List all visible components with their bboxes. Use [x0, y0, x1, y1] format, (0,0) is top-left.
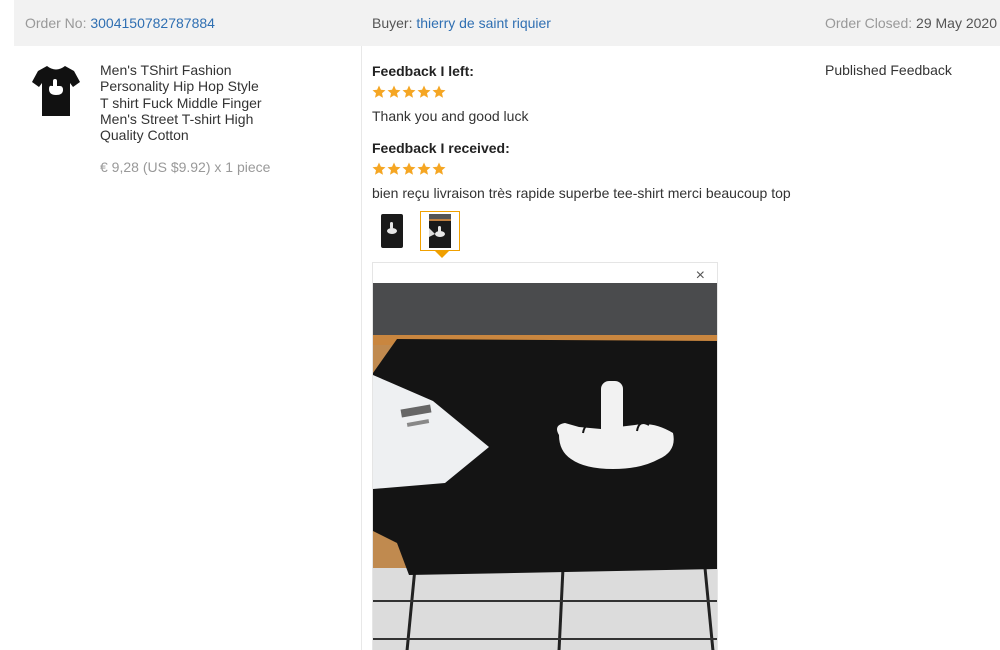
- star-icon: [372, 85, 386, 98]
- product-title[interactable]: Men's TShirt Fashion Personality Hip Hop…: [100, 62, 280, 143]
- feedback-received-text: bien reçu livraison très rapide superbe …: [372, 185, 791, 201]
- star-icon: [432, 162, 446, 175]
- buyer-label: Buyer:: [372, 15, 413, 31]
- product-title-line: Quality Cotton: [100, 127, 189, 144]
- product-price: € 9,28 (US $9.92) x 1 piece: [100, 159, 271, 175]
- review-photo: [373, 283, 717, 650]
- order-number: Order No: 3004150782787884: [25, 15, 215, 31]
- feedback-received-heading: Feedback I received:: [372, 140, 510, 156]
- photo-viewer: ×: [372, 262, 718, 650]
- review-photo-thumb[interactable]: [372, 211, 412, 251]
- star-icon: [372, 162, 386, 175]
- star-icon: [402, 85, 416, 98]
- buyer-name-link[interactable]: thierry de saint riquier: [416, 15, 551, 31]
- buyer-info: Buyer: thierry de saint riquier: [372, 15, 551, 31]
- order-closed-label: Order Closed:: [825, 15, 913, 31]
- feedback-received-stars: [372, 162, 446, 176]
- column-divider: [361, 46, 362, 650]
- order-closed: Order Closed: 29 May 2020: [825, 15, 997, 31]
- order-number-label: Order No:: [25, 15, 87, 31]
- active-thumb-caret: [435, 251, 449, 258]
- star-icon: [417, 162, 431, 175]
- photo-thumb-image: [421, 212, 459, 250]
- product-title-line: Men's Street T-shirt High: [100, 110, 254, 127]
- star-icon: [387, 162, 401, 175]
- product-title-line: T shirt Fuck Middle Finger: [100, 94, 262, 111]
- feedback-status: Published Feedback: [825, 62, 952, 78]
- order-number-link[interactable]: 3004150782787884: [90, 15, 215, 31]
- product-title-line: Personality Hip Hop Style: [100, 78, 259, 95]
- feedback-left-text: Thank you and good luck: [372, 108, 529, 124]
- feedback-left-heading: Feedback I left:: [372, 63, 474, 79]
- photo-thumb-image: [373, 212, 411, 250]
- tshirt-icon: [32, 66, 80, 116]
- star-icon: [402, 162, 416, 175]
- order-closed-date: 29 May 2020: [916, 15, 997, 31]
- product-thumbnail[interactable]: [30, 62, 82, 120]
- star-icon: [387, 85, 401, 98]
- review-photo-thumb-active[interactable]: [420, 211, 460, 251]
- star-icon: [417, 85, 431, 98]
- order-header: Order No: 3004150782787884 Buyer: thierr…: [14, 0, 1000, 46]
- star-icon: [432, 85, 446, 98]
- feedback-left-stars: [372, 85, 446, 99]
- product-title-line: Men's TShirt Fashion: [100, 62, 232, 78]
